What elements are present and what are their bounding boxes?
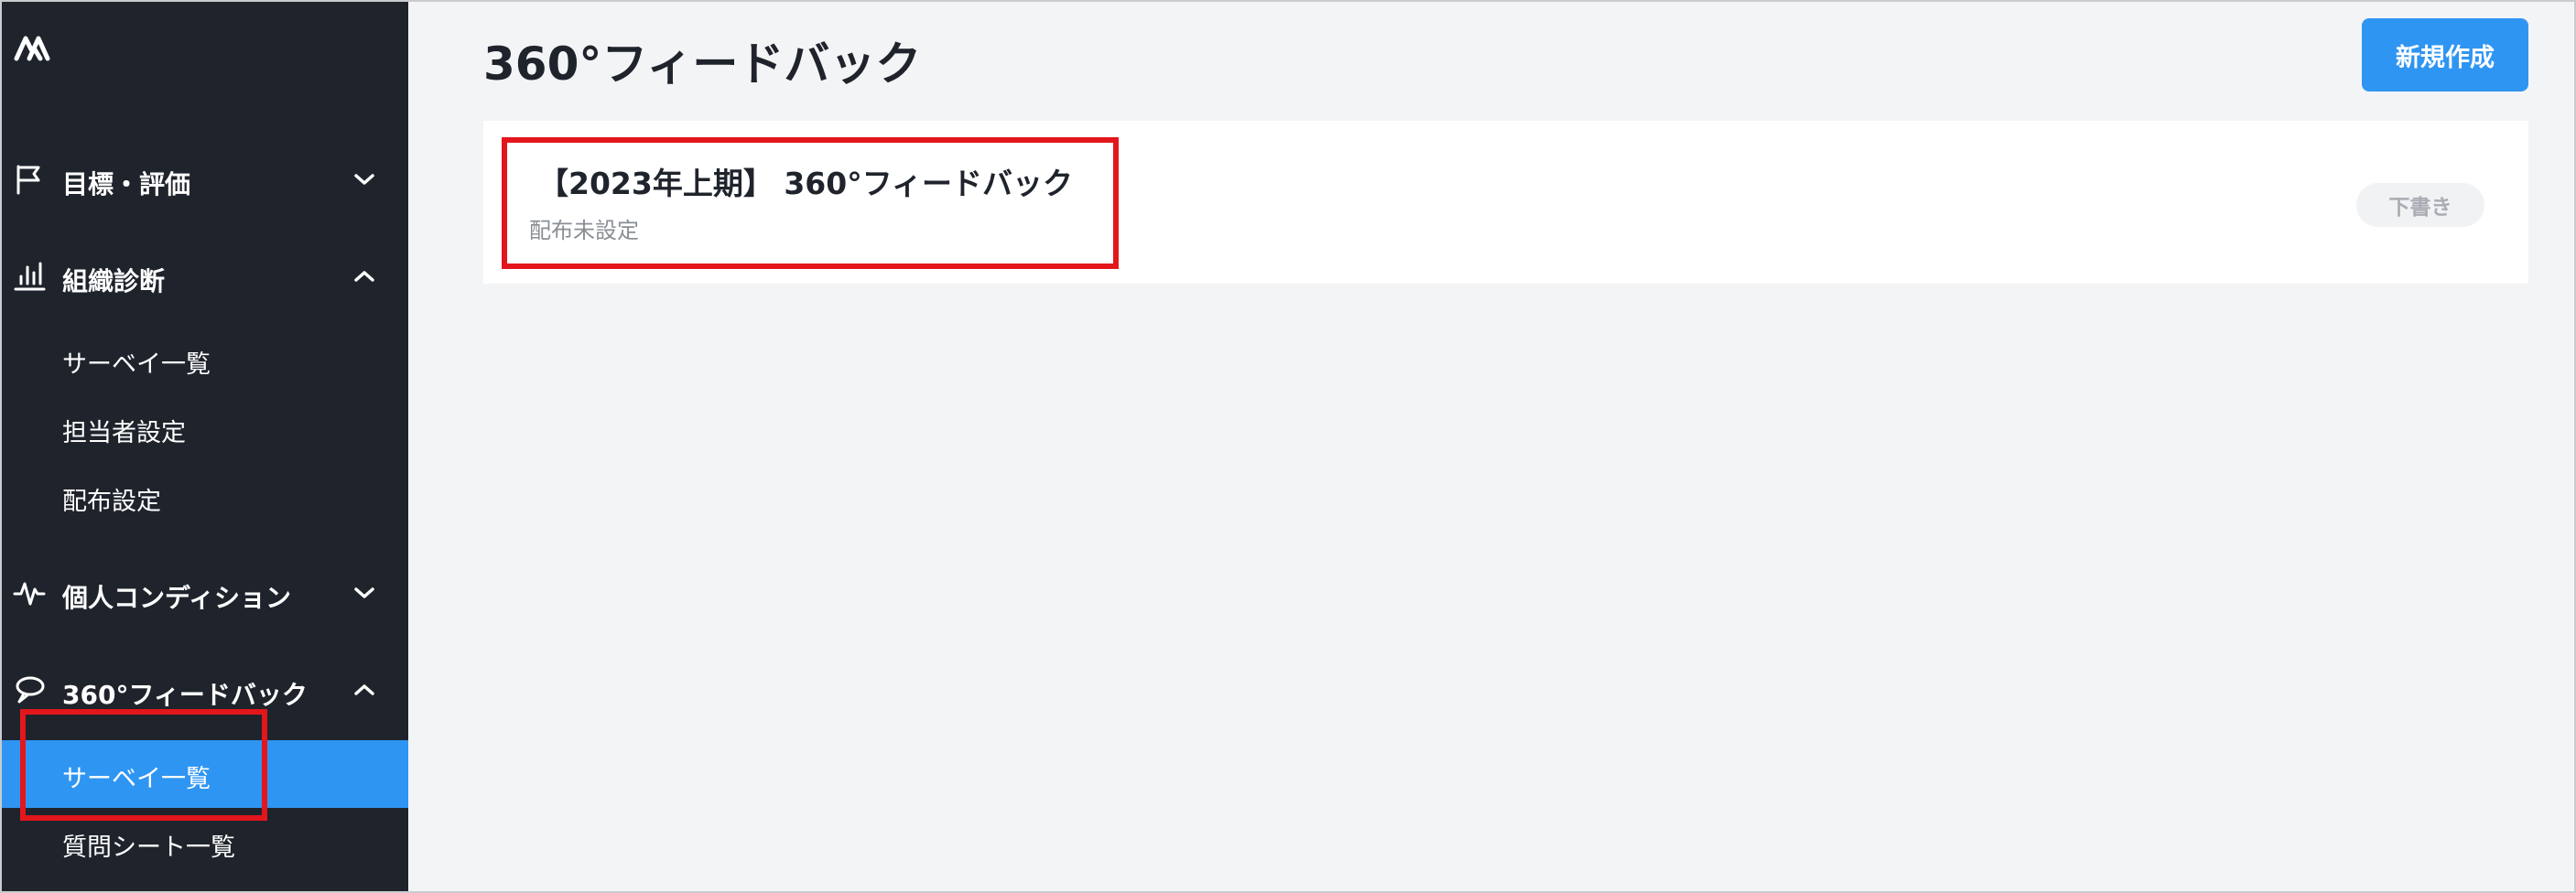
- sidebar-item-label: 配布設定: [62, 488, 161, 516]
- sidebar-item-360-survey-list[interactable]: サーベイ一覧: [2, 740, 408, 808]
- sidebar: 目標・評価 組織診断 サーベイ一覧 担当者設定 配布設定 個人コンディション 3…: [2, 2, 408, 891]
- nav-group-personal-condition[interactable]: 個人コンディション: [2, 565, 408, 620]
- company-logo-icon[interactable]: [13, 31, 59, 64]
- survey-distribution-status: 配布未設定: [529, 218, 639, 243]
- nav-group-label: 目標・評価: [62, 169, 191, 199]
- sidebar-item-label: サーベイ一覧: [62, 350, 211, 379]
- bar-chart-icon: [14, 262, 46, 291]
- page-title: 360°フィードバック: [483, 38, 922, 91]
- sidebar-item-label: 担当者設定: [62, 419, 186, 447]
- pulse-icon: [13, 582, 46, 606]
- nav-group-360-feedback[interactable]: 360°フィードバック: [2, 662, 408, 717]
- sidebar-item-question-sheet-list[interactable]: 質問シート一覧: [2, 809, 408, 877]
- chevron-up-icon[interactable]: [352, 679, 377, 701]
- sidebar-item-label: 質問シート一覧: [62, 834, 235, 862]
- app-window: 目標・評価 組織診断 サーベイ一覧 担当者設定 配布設定 個人コンディション 3…: [0, 0, 2576, 893]
- sidebar-item-distribution-settings[interactable]: 配布設定: [2, 463, 408, 531]
- chevron-up-icon[interactable]: [352, 265, 377, 287]
- chevron-down-icon[interactable]: [352, 168, 377, 190]
- status-badge: 下書き: [2356, 183, 2484, 227]
- nav-group-org-diagnosis[interactable]: 組織診断: [2, 249, 408, 304]
- survey-title[interactable]: 【2023年上期】 360°フィードバック: [538, 159, 1073, 203]
- survey-card[interactable]: 【2023年上期】 360°フィードバック 配布未設定 下書き: [483, 121, 2528, 284]
- nav-group-goals[interactable]: 目標・評価: [2, 152, 408, 207]
- nav-group-label: 組織診断: [62, 266, 166, 296]
- nav-group-label: 個人コンディション: [62, 583, 292, 613]
- sidebar-item-survey-list[interactable]: サーベイ一覧: [2, 326, 408, 393]
- nav-group-label: 360°フィードバック: [62, 680, 308, 710]
- chevron-down-icon[interactable]: [352, 582, 377, 604]
- sidebar-item-staff-settings[interactable]: 担当者設定: [2, 394, 408, 462]
- create-new-button[interactable]: 新規作成: [2362, 18, 2528, 91]
- sidebar-item-label: サーベイ一覧: [62, 765, 211, 793]
- speech-bubble-icon: [16, 676, 45, 704]
- flag-icon: [16, 165, 40, 195]
